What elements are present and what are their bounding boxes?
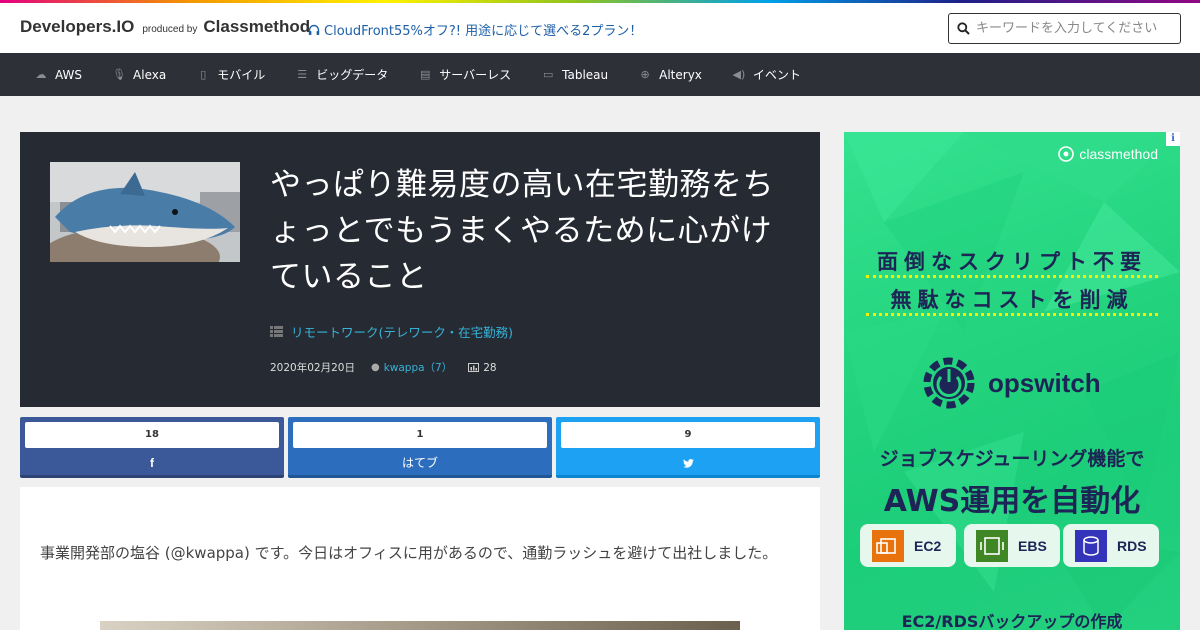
list-icon: ☰ (297, 68, 308, 81)
ad-headline-2: 無駄なコストを削減 (890, 288, 1134, 312)
sidebar-advertisement[interactable]: i classmethod 面倒なスクリプト不要 無駄なコストを削減 opswi… (844, 132, 1180, 630)
rds-label: RDS (1117, 537, 1147, 554)
twitter-share-count: 9 (561, 422, 815, 448)
classmethod-logo-icon (1058, 146, 1075, 162)
publish-date: 2020年02月20日 (270, 362, 355, 374)
power-gear-icon (923, 357, 975, 409)
facebook-share-button[interactable]: 18 f (20, 417, 284, 478)
author-link[interactable]: kwappa（7） (384, 360, 453, 375)
ec2-icon (872, 529, 904, 562)
facebook-share-count: 18 (25, 422, 279, 448)
nav-item-event[interactable]: ◀) イベント (732, 66, 801, 83)
facebook-icon: f (150, 456, 154, 470)
cloud-icon: ☁ (35, 68, 47, 81)
article-title: やっぱり難易度の高い在宅勤務をちょっとでもうまくやるために心がけていること (270, 167, 774, 295)
promo-link[interactable]: CloudFront55%オフ?! 用途に応じて選べる2プラン！ (308, 20, 642, 39)
ad-divider (866, 313, 1158, 316)
monitor-icon: ▭ (542, 68, 554, 81)
rds-chip: RDS (1063, 524, 1159, 567)
nav-item-label: モバイル (217, 68, 266, 82)
brand-produced-by: produced by (142, 24, 198, 35)
microphone-icon: 🎙︎ (112, 68, 127, 81)
ebs-label: EBS (1018, 537, 1047, 554)
ad-brand-logo: classmethod (1057, 145, 1158, 163)
nav-item-alexa[interactable]: 🎙︎ Alexa (112, 68, 166, 82)
promo-text: CloudFront55%オフ?! 用途に応じて選べる2プラン！ (324, 24, 643, 39)
nav-item-label: Alexa (133, 67, 167, 82)
ad-main-claim: AWS運用を自動化 (883, 484, 1141, 519)
rds-icon (1075, 529, 1107, 562)
nav-item-mobile[interactable]: ▯ モバイル (196, 66, 265, 83)
search-icon[interactable] (957, 22, 970, 35)
hatena-bookmark-count: 1 (293, 422, 547, 448)
category-label: リモートワーク(テレワーク・在宅勤務) (291, 325, 514, 340)
ec2-label: EC2 (914, 537, 942, 554)
category-nav: ☁ AWS 🎙︎ Alexa ▯ モバイル ☰ ビッグデータ ▤ サーバーレス … (0, 53, 1200, 96)
bar-chart-icon (468, 363, 480, 372)
nav-item-label: ビッグデータ (316, 68, 389, 82)
site-header: Developers.IO produced by Classmethod Cl… (0, 3, 1200, 53)
brand-company: Classmethod (203, 17, 311, 36)
ad-subline: ジョブスケジューリング機能で (879, 448, 1145, 470)
search-box (948, 13, 1181, 44)
nav-item-label: イベント (752, 68, 801, 82)
article-intro-paragraph: 事業開発部の塩谷 (@kwappa) です。今日はオフィスに用があるので、通勤ラ… (40, 544, 778, 562)
server-icon: ▤ (420, 68, 431, 81)
nav-item-tableau[interactable]: ▭ Tableau (541, 68, 608, 82)
ad-info-icon[interactable]: i (1166, 132, 1180, 146)
article-category[interactable]: リモートワーク(テレワーク・在宅勤務) (270, 322, 513, 341)
article-thumbnail (50, 162, 240, 262)
headphones-icon (308, 24, 320, 35)
article-header: やっぱり難易度の高い在宅勤務をちょっとでもうまくやるために心がけていること リモ… (20, 132, 820, 407)
ad-headline-1: 面倒なスクリプト不要 (877, 250, 1147, 274)
user-icon: ● (370, 362, 380, 373)
search-input[interactable] (976, 21, 1171, 36)
article-body: 事業開発部の塩谷 (@kwappa) です。今日はオフィスに用があるので、通勤ラ… (20, 487, 820, 630)
nav-item-bigdata[interactable]: ☰ ビッグデータ (295, 66, 388, 83)
nav-item-label: サーバーレス (439, 68, 512, 82)
list-icon (270, 326, 283, 337)
article-meta: 2020年02月20日 ● kwappa（7） 28 (270, 360, 497, 375)
ad-footer-text: EC2/RDSバックアップの作成 (901, 612, 1123, 630)
circle-arrow-icon: ⊕ (640, 68, 650, 81)
speaker-icon: ◀) (732, 68, 746, 81)
ad-divider (866, 275, 1158, 278)
ec2-chip: EC2 (860, 524, 956, 567)
twitter-bird-icon (556, 451, 820, 475)
nav-item-serverless[interactable]: ▤ サーバーレス (418, 66, 511, 83)
ad-brand-name: classmethod (1079, 146, 1158, 162)
nav-item-label: AWS (55, 67, 83, 82)
ad-product-name: opswitch (988, 367, 1101, 398)
view-count: 28 (483, 361, 497, 374)
brand-name: Developers.IO (20, 17, 135, 36)
nav-item-alteryx[interactable]: ⊕ Alteryx (638, 68, 702, 82)
hatena-label: はてブ (401, 456, 438, 470)
nav-item-aws[interactable]: ☁ AWS (34, 67, 83, 82)
article-photo (100, 621, 740, 630)
mobile-icon: ▯ (200, 68, 207, 81)
nav-item-label: Alteryx (659, 67, 702, 82)
twitter-share-button[interactable]: 9 (556, 417, 820, 478)
ebs-icon (976, 529, 1008, 562)
nav-item-label: Tableau (562, 67, 609, 82)
hatena-bookmark-button[interactable]: 1 はてブ (288, 417, 552, 478)
ad-product-logo: opswitch (920, 354, 1101, 412)
ebs-chip: EBS (964, 524, 1060, 567)
site-logo[interactable]: Developers.IO produced by Classmethod (20, 17, 310, 37)
